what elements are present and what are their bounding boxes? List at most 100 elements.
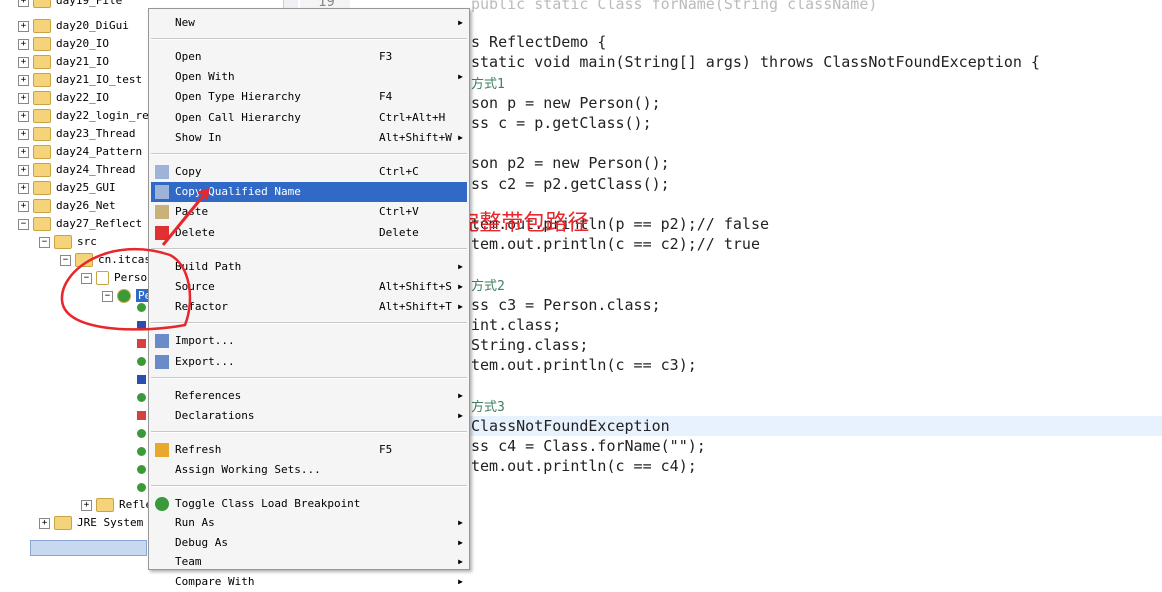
menu-item-toggle-class-load-breakpoint[interactable]: Toggle Class Load Breakpoint bbox=[151, 494, 467, 514]
member-icon[interactable] bbox=[137, 321, 146, 330]
menu-item-open-call-hierarchy[interactable]: Open Call Hierarchy Ctrl+Alt+H bbox=[151, 108, 467, 128]
menu-item-references[interactable]: References ▶ bbox=[151, 386, 467, 406]
tree-item[interactable]: + day24_Pattern bbox=[18, 143, 142, 161]
menu-item-compare-with[interactable]: Compare With ▶ bbox=[151, 572, 467, 592]
expand-icon[interactable]: + bbox=[18, 146, 29, 158]
tree-item[interactable]: − src bbox=[39, 233, 97, 251]
expand-icon[interactable]: + bbox=[18, 164, 29, 176]
expand-icon[interactable]: + bbox=[18, 110, 29, 122]
tree-item-label: cn.itcas bbox=[98, 253, 151, 266]
code-text: 方式3 bbox=[471, 400, 505, 415]
code-line: tem.out.println(c == c2);// true bbox=[471, 234, 760, 254]
code-line: 方式3 bbox=[471, 396, 505, 416]
tree-item[interactable]: + day22_IO bbox=[18, 89, 109, 107]
menu-item-label: Import... bbox=[175, 334, 235, 348]
expand-icon[interactable]: + bbox=[18, 56, 29, 68]
menu-item-copy[interactable]: Copy Ctrl+C bbox=[151, 162, 467, 182]
member-icon[interactable] bbox=[137, 357, 146, 366]
tree-item[interactable]: + day20_DiGui bbox=[18, 17, 129, 35]
menu-item-open-with[interactable]: Open With ▶ bbox=[151, 67, 467, 87]
collapse-icon[interactable]: − bbox=[102, 290, 113, 302]
menu-item-open-type-hierarchy[interactable]: Open Type Hierarchy F4 bbox=[151, 87, 467, 107]
menu-item-declarations[interactable]: Declarations ▶ bbox=[151, 406, 467, 426]
member-icon[interactable] bbox=[137, 303, 146, 312]
menu-item-debug-as[interactable]: Debug As ▶ bbox=[151, 533, 467, 553]
tree-item[interactable]: + day19_File bbox=[18, 0, 122, 10]
expand-icon[interactable]: + bbox=[18, 20, 29, 32]
menu-item-build-path[interactable]: Build Path ▶ bbox=[151, 257, 467, 277]
expand-icon[interactable]: + bbox=[18, 0, 29, 7]
member-icon[interactable] bbox=[137, 447, 146, 456]
import-icon bbox=[155, 334, 169, 349]
tree-item[interactable]: + day24_Thread bbox=[18, 161, 135, 179]
tree-item[interactable]: + day21_IO_test bbox=[18, 71, 142, 89]
tree-item[interactable]: + day23_Thread bbox=[18, 125, 135, 143]
project-folder-icon bbox=[33, 0, 51, 8]
tree-item[interactable]: + Refle bbox=[81, 496, 152, 514]
member-icon[interactable] bbox=[137, 375, 146, 384]
code-line: s ReflectDemo { bbox=[471, 32, 606, 52]
menu-item-copy-qualified-name[interactable]: Copy Qualified Name bbox=[151, 182, 467, 203]
tree-item[interactable]: + day22_login_reg bbox=[18, 107, 155, 125]
expand-icon[interactable]: + bbox=[18, 74, 29, 86]
menu-item-delete[interactable]: Delete Delete bbox=[151, 223, 467, 243]
member-icon[interactable] bbox=[137, 411, 146, 420]
menu-item-label: Open Call Hierarchy bbox=[175, 110, 301, 124]
tree-item[interactable]: − Perso bbox=[81, 269, 147, 287]
code-line: int.class; bbox=[471, 315, 561, 335]
paste-icon bbox=[155, 205, 169, 220]
tree-item[interactable]: − day27_Reflect bbox=[18, 215, 142, 233]
menu-item-run-as[interactable]: Run As ▶ bbox=[151, 513, 467, 533]
menu-item-shortcut: Alt+Shift+T bbox=[379, 300, 452, 314]
menu-item-refactor[interactable]: Refactor Alt+Shift+T ▶ bbox=[151, 297, 467, 317]
menu-item-source[interactable]: Source Alt+Shift+S ▶ bbox=[151, 277, 467, 297]
code-text: ClassNotFoundException bbox=[471, 417, 670, 435]
tree-item-label: day20_DiGui bbox=[56, 19, 129, 32]
menu-item-export[interactable]: Export... bbox=[151, 352, 467, 372]
code-text: 方式1 bbox=[471, 77, 505, 92]
tree-item[interactable]: + day26_Net bbox=[18, 197, 116, 215]
collapse-icon[interactable]: − bbox=[81, 272, 92, 284]
menu-item-refresh[interactable]: Refresh F5 bbox=[151, 440, 467, 460]
menu-item-new[interactable]: New ▶ bbox=[151, 13, 467, 33]
submenu-arrow-icon: ▶ bbox=[458, 518, 463, 528]
tree-item[interactable]: − Pe bbox=[102, 287, 154, 305]
expand-icon[interactable]: + bbox=[39, 517, 50, 529]
menu-item-assign-working-sets[interactable]: Assign Working Sets... bbox=[151, 460, 467, 480]
tree-horizontal-scrollbar[interactable] bbox=[30, 540, 147, 556]
menu-item-open[interactable]: Open F3 bbox=[151, 47, 467, 67]
submenu-arrow-icon: ▶ bbox=[458, 557, 463, 567]
menu-item-team[interactable]: Team ▶ bbox=[151, 552, 467, 572]
tree-item[interactable]: + JRE System L bbox=[39, 514, 156, 532]
member-icon[interactable] bbox=[137, 483, 146, 492]
member-icon[interactable] bbox=[137, 339, 146, 348]
member-icon[interactable] bbox=[137, 429, 146, 438]
menu-item-paste[interactable]: Paste Ctrl+V bbox=[151, 202, 467, 222]
project-folder-icon bbox=[33, 163, 51, 177]
expand-icon[interactable]: + bbox=[18, 200, 29, 212]
submenu-arrow-icon: ▶ bbox=[458, 390, 463, 400]
tree-item-label: day26_Net bbox=[56, 199, 116, 212]
member-icon[interactable] bbox=[137, 465, 146, 474]
menu-item-import[interactable]: Import... bbox=[151, 331, 467, 351]
project-folder-icon bbox=[33, 109, 51, 123]
tree-item[interactable]: − cn.itcas bbox=[60, 251, 151, 269]
menu-item-label: New bbox=[175, 16, 195, 29]
tree-item[interactable]: + day25_GUI bbox=[18, 179, 116, 197]
collapse-icon[interactable]: − bbox=[39, 236, 50, 248]
expand-icon[interactable]: + bbox=[81, 499, 92, 511]
collapse-icon[interactable]: − bbox=[18, 218, 29, 230]
expand-icon[interactable]: + bbox=[18, 128, 29, 140]
menu-item-show-in[interactable]: Show In Alt+Shift+W ▶ bbox=[151, 128, 467, 148]
tree-item[interactable]: + day21_IO bbox=[18, 53, 109, 71]
expand-icon[interactable]: + bbox=[18, 92, 29, 104]
expand-icon[interactable]: + bbox=[18, 182, 29, 194]
menu-separator bbox=[151, 38, 467, 40]
collapse-icon[interactable]: − bbox=[60, 254, 71, 266]
project-folder-icon bbox=[33, 199, 51, 213]
code-editor[interactable]: public static Class forName(String class… bbox=[351, 0, 1162, 557]
tree-item[interactable]: + day20_IO bbox=[18, 35, 109, 53]
expand-icon[interactable]: + bbox=[18, 38, 29, 50]
code-text: public static Class forName(String class… bbox=[471, 0, 878, 13]
member-icon[interactable] bbox=[137, 393, 146, 402]
